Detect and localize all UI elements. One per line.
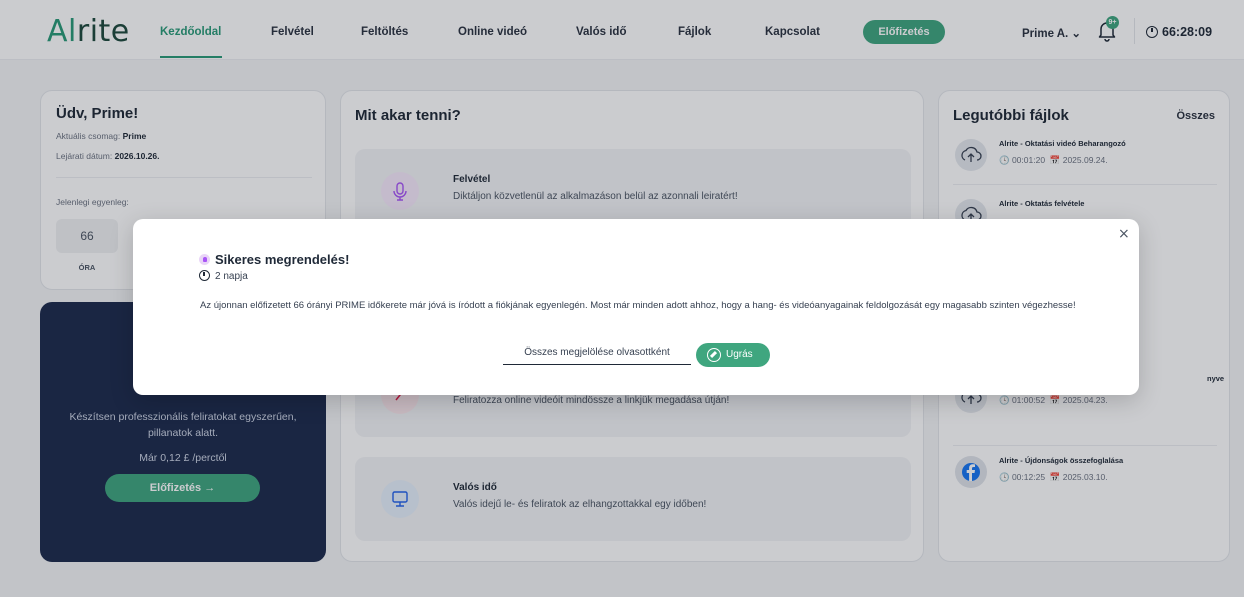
go-button[interactable]: Ugrás bbox=[696, 343, 770, 367]
modal-title: Sikeres megrendelés! bbox=[199, 252, 349, 267]
notification-modal: × Sikeres megrendelés! 2 napja Az újonna… bbox=[133, 219, 1139, 395]
close-icon[interactable]: × bbox=[1118, 226, 1130, 242]
bell-badge-icon bbox=[199, 254, 210, 265]
modal-body: Az újonnan előfizetett 66 órányi PRIME i… bbox=[200, 300, 1076, 311]
modal-time: 2 napja bbox=[199, 270, 248, 282]
clock-icon bbox=[199, 270, 210, 281]
mark-all-read-button[interactable]: Összes megjelölése olvasottként bbox=[503, 343, 691, 365]
compass-icon bbox=[707, 348, 721, 362]
